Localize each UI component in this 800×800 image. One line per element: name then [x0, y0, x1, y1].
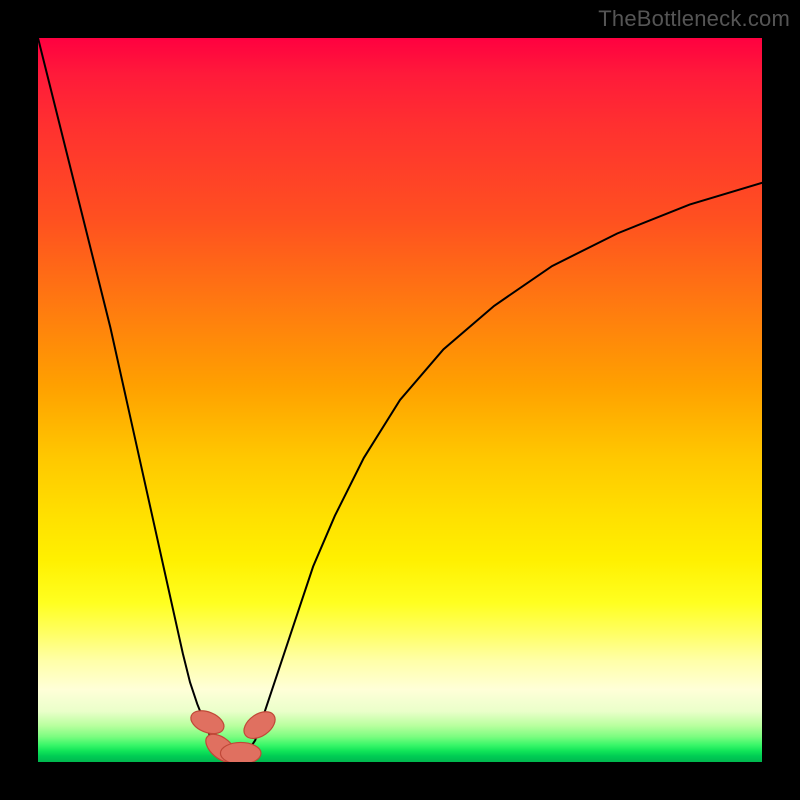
plot-area	[38, 38, 762, 762]
frame: TheBottleneck.com	[0, 0, 800, 800]
gradient-background	[38, 38, 762, 762]
watermark-text: TheBottleneck.com	[598, 6, 790, 32]
